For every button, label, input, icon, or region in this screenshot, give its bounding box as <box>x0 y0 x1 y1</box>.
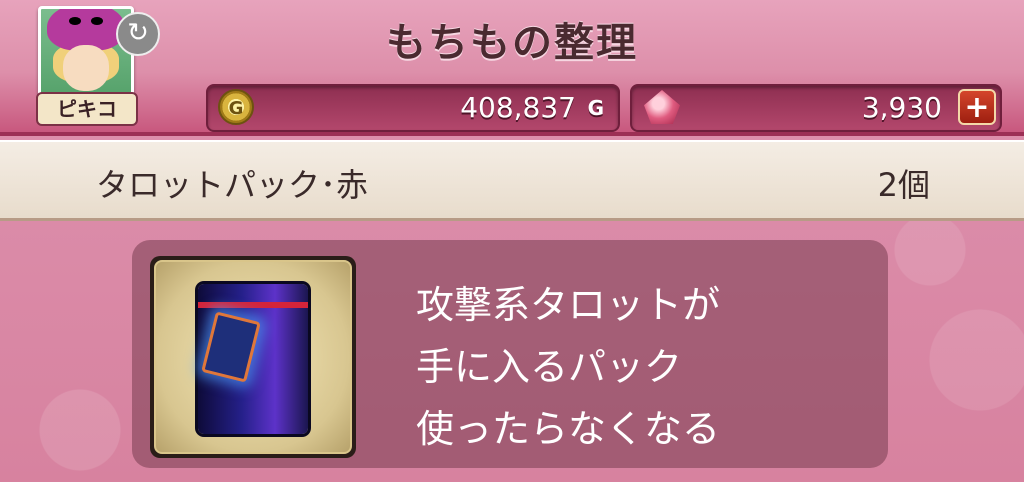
item-row[interactable]: タロットパック･赤 2個 <box>0 140 1024 221</box>
gold-display: G 408,837 G <box>206 84 620 132</box>
header: ↻ ピキコ もちもの整理 G 408,837 G 3,930 + <box>0 0 1024 136</box>
gem-amount: 3,930 <box>861 91 942 124</box>
gold-coin-icon: G <box>218 89 254 125</box>
item-description: 攻撃系タロットが 手に入るパック 使ったらなくなる <box>416 274 720 460</box>
gold-unit: G <box>587 96 604 120</box>
gold-amount: 408,837 <box>460 91 576 124</box>
page-title: もちもの整理 <box>386 20 638 66</box>
description-line: 手に入るパック <box>416 345 683 389</box>
item-name: タロットパック･赤 <box>96 166 369 204</box>
gem-display: 3,930 + <box>630 84 1002 132</box>
item-detail-panel: 攻撃系タロットが 手に入るパック 使ったらなくなる <box>132 240 888 468</box>
gem-icon <box>644 90 680 124</box>
item-image-frame <box>150 256 356 458</box>
item-count: 2個 <box>877 166 930 204</box>
add-gems-button[interactable]: + <box>958 89 996 125</box>
description-line: 攻撃系タロットが <box>416 283 721 327</box>
item-image-bg <box>154 260 352 454</box>
player-name: ピキコ <box>36 92 138 126</box>
description-line: 使ったらなくなる <box>416 407 721 451</box>
